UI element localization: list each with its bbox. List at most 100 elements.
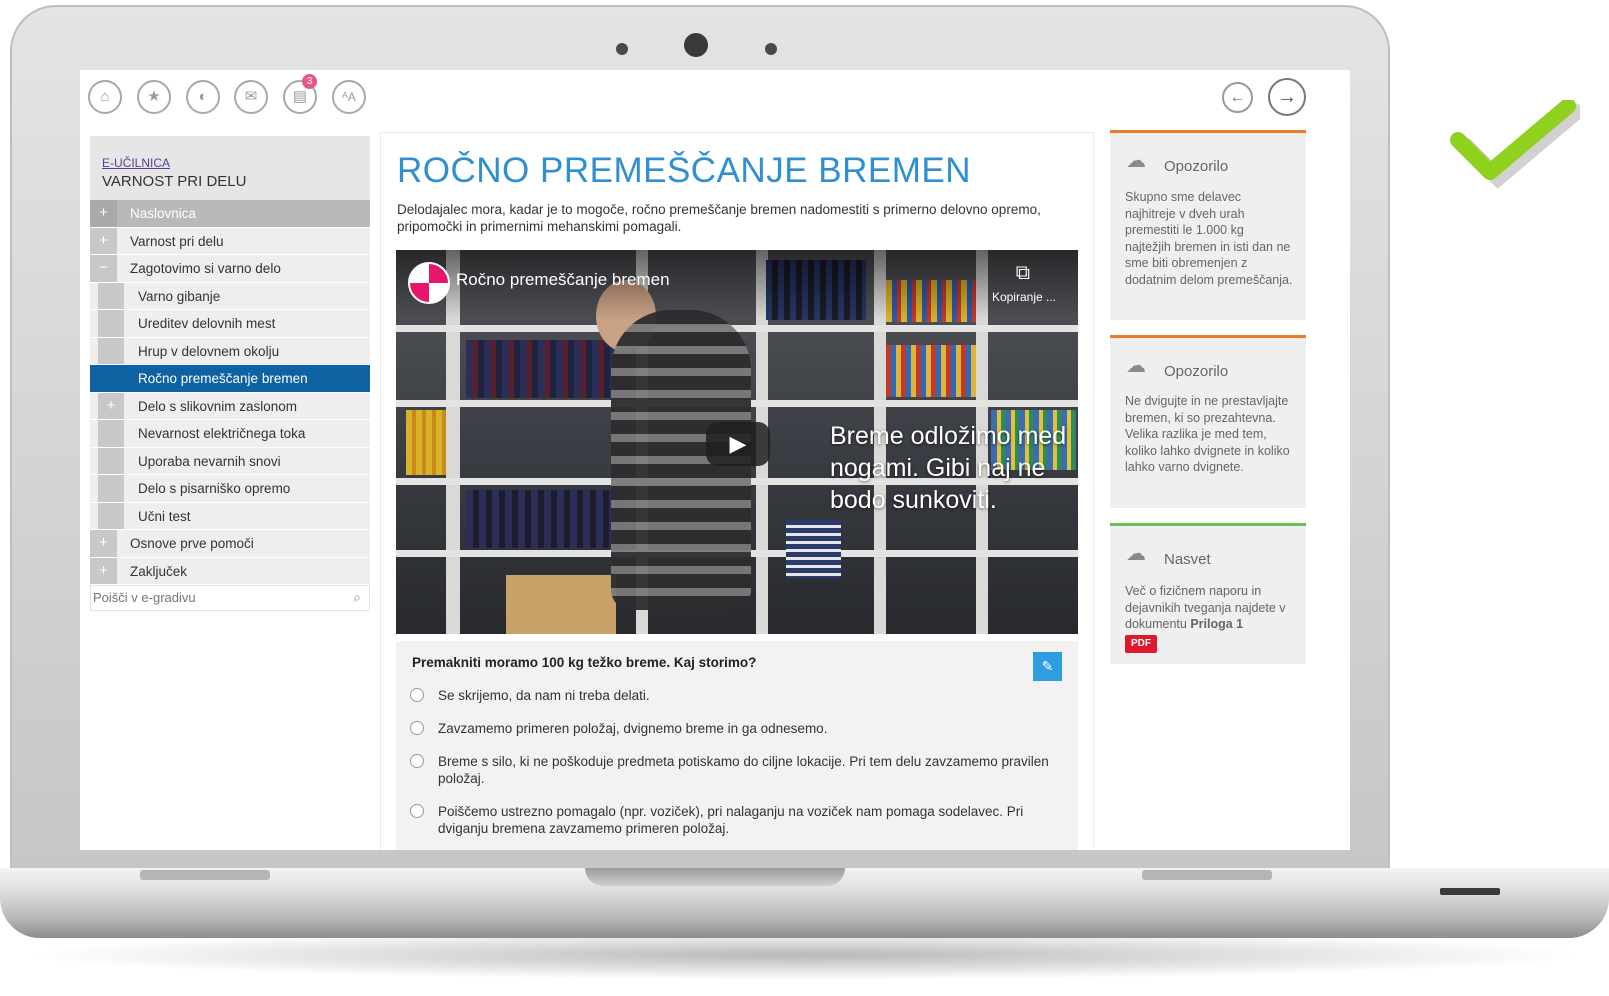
tip-card: ☁ Nasvet Več o fizičnem naporu in dejavn… [1110, 523, 1306, 664]
star-icon[interactable]: ★ [137, 80, 171, 114]
breadcrumb[interactable]: E-UČILNICA [102, 156, 358, 170]
main-content: ROČNO PREMEŠČANJE BREMEN Delodajalec mor… [380, 132, 1094, 850]
sidebar-item-label: Naslovnica [130, 206, 197, 221]
expand-icon[interactable]: + [90, 227, 117, 254]
indent-marker [98, 420, 124, 447]
sidebar-item[interactable]: − Zagotovimo si varno delo [90, 255, 370, 283]
indent-marker [98, 337, 124, 364]
warning-card: ☁ Opozorilo Skupno sme delavec najhitrej… [1110, 130, 1306, 320]
sidebar-item-label: Delo s slikovnim zaslonom [138, 398, 298, 414]
sidebar-item-label: Zaključek [130, 563, 188, 579]
sidebar-item-label: Uporaba nevarnih snovi [138, 453, 281, 469]
collapse-icon[interactable]: − [90, 255, 117, 282]
sidebar-item[interactable]: Ureditev delovnih mest [90, 310, 370, 338]
sidebar-item[interactable]: + Naslovnica [90, 200, 370, 228]
card-title: Nasvet [1164, 551, 1211, 568]
sidebar-item[interactable]: Nevarnost električnega toka [90, 420, 370, 448]
sidebar-item-label: Delo s pisarniško opremo [138, 481, 291, 496]
page-title: ROČNO PREMEŠČANJE BREMEN [397, 151, 972, 190]
sidebar-item[interactable]: Uporaba nevarnih snovi [90, 447, 370, 475]
sidebar-item[interactable]: Delo s pisarniško opremo [90, 475, 370, 503]
sidebar-item[interactable]: Ročno premeščanje bremen [90, 365, 370, 393]
radio-button[interactable] [410, 754, 424, 768]
checkmark-icon [1450, 100, 1580, 189]
video-caption: Breme odložimo med nogami. Gibi naj ne b… [830, 422, 1067, 514]
radio-button[interactable] [410, 721, 424, 735]
sidebar-nav: + Naslovnica + Varnost pri delu − Zagotovimo … [90, 200, 370, 585]
speech-bubble-icon: ☁ [1126, 355, 1146, 377]
sidebar-item-label: Nevarnost električnega toka [138, 426, 306, 441]
sidebar-item-label: Osnove prve pomoči [130, 536, 254, 551]
expand-icon[interactable]: + [98, 392, 124, 419]
card-accent [1110, 130, 1306, 133]
expand-icon[interactable]: + [90, 200, 117, 227]
attachment-link[interactable]: Priloga 1 [1190, 617, 1243, 631]
sidebar-item-label: Ročno premeščanje bremen [138, 371, 308, 386]
back-arrow-icon[interactable]: ← [1222, 82, 1253, 113]
cardboard-box [506, 575, 616, 634]
sidebar-item[interactable]: Varno gibanje [90, 282, 370, 310]
radio-button[interactable] [410, 688, 424, 702]
sidebar-item[interactable]: + Delo s slikovnim zaslonom [90, 392, 370, 420]
contrast-icon[interactable]: ◐ [186, 80, 220, 114]
camera-sensor-right [765, 43, 777, 55]
home-icon[interactable]: ⌂ [88, 80, 122, 114]
sidebar-item[interactable]: Hrup v delovnem okolju [90, 337, 370, 365]
notes-badge: 3 [302, 74, 317, 89]
sidebar-item[interactable]: + Osnove prve pomoči [90, 530, 370, 558]
toolbar: ⌂ ★ ◐ ✉ ▤ 3 ᴬA ← → [80, 70, 1350, 126]
sidebar-item-label: Ureditev delovnih mest [138, 316, 276, 331]
sidebar-item[interactable]: + Zaključek [90, 557, 370, 585]
laptop-port [1440, 888, 1500, 895]
quiz-option-label: Zavzamemo primeren položaj, dvignemo bre… [438, 721, 828, 736]
book-stack [406, 410, 446, 475]
speech-bubble-icon: ☁ [1126, 150, 1146, 172]
font-size-icon[interactable]: ᴬA [332, 80, 366, 114]
sidebar: E-UČILNICA VARNOST PRI DELU + Naslovnica +… [90, 136, 370, 611]
card-text: Ne dvigujte in ne prestavljajte bremen, … [1125, 394, 1290, 474]
card-accent [1110, 523, 1306, 526]
camera-sensor-left [616, 43, 628, 55]
speech-bubble-icon: ☁ [1126, 543, 1146, 565]
video-player[interactable]: Ročno premeščanje bremen ⧉ Kopiranje ...… [396, 250, 1078, 634]
book-stack [466, 490, 626, 548]
inbox-icon[interactable]: ✉ [234, 80, 268, 114]
card-accent [1110, 335, 1306, 338]
sidebar-item[interactable]: + Varnost pri delu [90, 227, 370, 255]
quiz-option-label: Poiščemo ustrezno pomagalo (npr. voziček… [438, 804, 1024, 836]
pencil-icon[interactable]: ✎ [1033, 652, 1062, 681]
indent-marker [98, 282, 124, 309]
book-stack [786, 520, 841, 578]
sidebar-item[interactable]: Učni test [90, 502, 370, 530]
search-icon[interactable]: ⌕ [353, 589, 361, 606]
card-title: Opozorilo [1164, 363, 1229, 380]
play-button[interactable]: ▶ [706, 422, 770, 466]
warning-card: ☁ Opozorilo Ne dvigujte in ne prestavlja… [1110, 335, 1306, 508]
sidebar-search: ⌕ [90, 585, 370, 611]
course-title: VARNOST PRI DELU [102, 173, 247, 190]
video-title[interactable]: Ročno premeščanje bremen [456, 270, 670, 290]
search-input[interactable] [91, 586, 333, 608]
sidebar-item-label: Učni test [138, 508, 191, 524]
camera-lens [684, 33, 708, 57]
quiz-option-label: Se skrijemo, da nam ni treba delati. [438, 688, 650, 703]
indent-marker [98, 365, 124, 392]
laptop-hinge-notch [585, 868, 845, 886]
copy-link-icon[interactable]: ⧉ [1016, 262, 1030, 285]
sidebar-item-label: Hrup v delovnem okolju [138, 343, 280, 359]
card-text: Več o fizičnem naporu in dejavnikih tveg… [1125, 583, 1293, 653]
channel-logo-icon[interactable] [408, 262, 450, 304]
sidebar-item-label: Zagotovimo si varno delo [130, 261, 281, 276]
sidebar-item-label: Varno gibanje [138, 288, 221, 304]
indent-marker [98, 447, 124, 474]
pdf-badge[interactable]: PDF [1125, 634, 1157, 653]
forward-arrow-icon[interactable]: → [1268, 78, 1306, 116]
expand-icon[interactable]: + [90, 557, 117, 584]
copy-link-label[interactable]: Kopiranje ... [992, 290, 1056, 304]
radio-button[interactable] [410, 804, 424, 818]
expand-icon[interactable]: + [90, 530, 117, 557]
intro-text: Delodajalec mora, kadar je to mogoče, ro… [397, 202, 1041, 234]
sidebar-item-label: Varnost pri delu [130, 233, 224, 249]
book-stack [886, 345, 976, 397]
indent-marker [98, 502, 124, 529]
